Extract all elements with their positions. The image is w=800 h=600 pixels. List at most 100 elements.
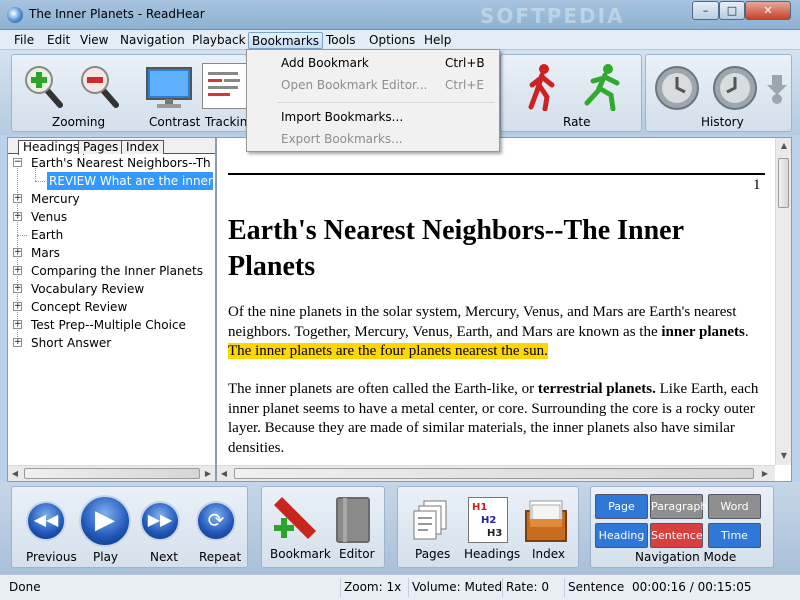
bookmarks-dropdown: Add Bookmark Ctrl+B Open Bookmark Editor..…: [246, 49, 500, 152]
tree-item[interactable]: Comparing the Inner Planets: [29, 262, 207, 280]
slower-rate-icon[interactable]: [525, 63, 559, 114]
nav-mode-sentence[interactable]: Sentence: [650, 523, 703, 548]
tree-item[interactable]: Earth's Nearest Neighbors--The Inner Pla…: [29, 154, 211, 172]
play-label: Play: [93, 550, 119, 564]
status-mode: Sentence: [564, 578, 624, 597]
tab-headings[interactable]: Headings: [18, 140, 85, 155]
navigation-mode-group: Page Paragraph Word Heading Sentence Tim…: [590, 486, 774, 568]
view-tools-group: Zooming Contrast Tracking: [11, 54, 255, 132]
tree-item[interactable]: Short Answer: [29, 334, 115, 352]
scroll-up-arrow-icon[interactable]: ▲: [779, 141, 789, 150]
add-bookmark-icon[interactable]: [272, 495, 318, 548]
menu-playback[interactable]: Playback: [189, 32, 249, 49]
tree-item[interactable]: Test Prep--Multiple Choice: [29, 316, 190, 334]
window-title: The Inner Planets - ReadHear: [29, 7, 205, 21]
headings-icon[interactable]: H1 H2 H3: [468, 497, 508, 543]
scroll-thumb[interactable]: [234, 468, 754, 479]
scroll-thumb[interactable]: [778, 158, 789, 208]
collapse-icon[interactable]: −: [13, 158, 22, 167]
tree-hscrollbar[interactable]: ◀ ▶: [8, 465, 215, 481]
scroll-thumb[interactable]: [24, 468, 200, 479]
open-bookmark-editor-item[interactable]: Open Bookmark Editor... Ctrl+E: [248, 74, 498, 96]
tree-item[interactable]: Concept Review: [29, 298, 131, 316]
tree-item[interactable]: Earth: [29, 226, 67, 244]
bookmark-editor-icon[interactable]: [334, 495, 374, 548]
pages-icon[interactable]: [412, 499, 448, 546]
nav-mode-page[interactable]: Page: [595, 494, 648, 519]
menu-tools[interactable]: Tools: [323, 32, 359, 49]
tracking-icon[interactable]: [202, 63, 247, 109]
doc-hscrollbar[interactable]: ◀ ▶: [217, 465, 775, 481]
status-bar: Done Zoom: 1x Volume: Muted Rate: 0 Sent…: [0, 574, 800, 600]
navigation-pane: Headings Pages Index − Earth's Nearest Ne…: [7, 137, 216, 482]
bold-term: inner planets: [661, 323, 745, 340]
playback-group: ◀◀ ▶ ▶▶ ⟳ Previous Play Next Repeat: [11, 486, 248, 568]
tree-item[interactable]: REVIEW What are the inner planets?: [47, 172, 213, 190]
menu-item-label: Open Bookmark Editor...: [281, 78, 428, 92]
zoom-in-icon[interactable]: [24, 65, 64, 112]
nav-mode-paragraph[interactable]: Paragraph: [650, 494, 707, 519]
import-bookmarks-item[interactable]: Import Bookmarks...: [248, 106, 498, 128]
menu-edit[interactable]: Edit: [44, 32, 73, 49]
status-volume: Volume: Muted: [408, 578, 502, 597]
previous-icon[interactable]: ◀◀: [26, 501, 66, 541]
document-view[interactable]: 1 Earth's Nearest Neighbors--The Inner P…: [216, 137, 792, 482]
title-bar: The Inner Planets - ReadHear SOFTPEDIA –…: [0, 0, 800, 30]
menu-help[interactable]: Help: [421, 32, 454, 49]
scroll-down-arrow-icon[interactable]: ▼: [779, 451, 789, 460]
close-button[interactable]: ✕: [745, 1, 791, 20]
nav-mode-heading[interactable]: Heading: [595, 523, 648, 548]
maximize-button[interactable]: □: [719, 1, 745, 20]
menu-bookmarks[interactable]: Bookmarks: [248, 32, 324, 49]
zoom-out-icon[interactable]: [80, 65, 120, 112]
rate-label: Rate: [563, 115, 591, 129]
scroll-left-arrow-icon[interactable]: ◀: [219, 469, 229, 478]
scroll-right-arrow-icon[interactable]: ▶: [203, 469, 213, 478]
history-forward-icon[interactable]: [712, 65, 758, 114]
h2-glyph: H2: [481, 515, 497, 526]
tree-item[interactable]: Mars: [29, 244, 64, 262]
zooming-label: Zooming: [52, 115, 106, 129]
page-number: 1: [753, 177, 761, 193]
play-icon[interactable]: ▶: [79, 495, 131, 547]
paragraph-1: Of the nine planets in the solar system,…: [228, 303, 768, 362]
tab-index[interactable]: Index: [121, 140, 165, 154]
highlighted-sentence: The inner planets are the four planets n…: [228, 343, 548, 359]
status-time: 00:00:16 / 00:15:05: [632, 580, 752, 594]
paragraph-2: The inner planets are often called the E…: [228, 380, 768, 458]
bookmark-group: Bookmark Editor: [261, 486, 385, 568]
history-dropdown-icon[interactable]: [766, 73, 788, 108]
contrast-label: Contrast: [149, 115, 201, 129]
menu-bar: File Edit View Navigation Playback Bookm…: [0, 30, 800, 50]
tree-item[interactable]: Vocabulary Review: [29, 280, 148, 298]
export-bookmarks-item[interactable]: Export Bookmarks...: [248, 128, 498, 150]
status-rate: Rate: 0: [502, 578, 564, 597]
add-bookmark-item[interactable]: Add Bookmark Ctrl+B: [248, 52, 498, 74]
repeat-label: Repeat: [199, 550, 242, 564]
tab-pages[interactable]: Pages: [78, 140, 124, 154]
status-state: Done: [9, 580, 41, 594]
menu-options[interactable]: Options: [366, 32, 418, 49]
tree-item[interactable]: Venus: [29, 208, 71, 226]
repeat-icon[interactable]: ⟳: [196, 501, 236, 541]
text-run: The inner planets are often called the E…: [228, 381, 538, 397]
nav-mode-time[interactable]: Time: [708, 523, 761, 548]
editor-label: Editor: [339, 547, 375, 561]
history-label: History: [701, 115, 744, 129]
monitor-icon[interactable]: [146, 67, 192, 112]
menu-navigation[interactable]: Navigation: [117, 32, 188, 49]
nav-mode-word[interactable]: Word: [708, 494, 761, 519]
doc-vscrollbar[interactable]: ▲ ▼: [775, 138, 791, 465]
faster-rate-icon[interactable]: [583, 63, 623, 114]
menu-item-label: Add Bookmark: [281, 56, 369, 70]
tree-item[interactable]: Mercury: [29, 190, 84, 208]
next-icon[interactable]: ▶▶: [140, 501, 180, 541]
minimize-button[interactable]: –: [692, 1, 719, 20]
scroll-left-arrow-icon[interactable]: ◀: [10, 469, 20, 478]
history-tools-group: History: [645, 54, 792, 132]
history-back-icon[interactable]: [654, 65, 700, 114]
menu-view[interactable]: View: [77, 32, 111, 49]
index-icon[interactable]: [524, 497, 568, 546]
scroll-right-arrow-icon[interactable]: ▶: [760, 469, 770, 478]
menu-file[interactable]: File: [11, 32, 37, 49]
